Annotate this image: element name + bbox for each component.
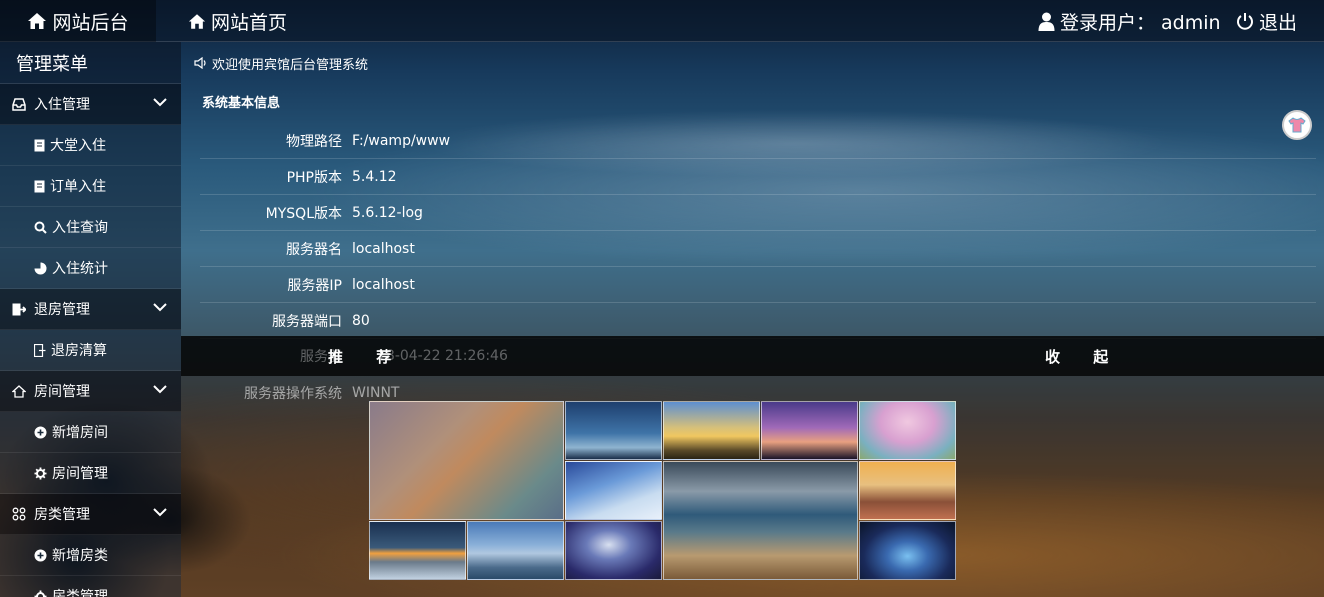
nav-admin-label: 网站后台 (52, 11, 129, 34)
current-user: 登录用户： admin (1038, 0, 1221, 42)
info-value: localhost (352, 276, 415, 293)
skin-thumbnail[interactable] (369, 401, 564, 520)
welcome-notice: 欢迎使用宾馆后台管理系统 (194, 54, 369, 73)
plus-circle-icon (34, 426, 47, 438)
skin-thumbnail[interactable] (859, 521, 956, 580)
logout-file-icon (34, 343, 46, 357)
sidebar-item-lobby-checkin[interactable]: 大堂入住 (0, 125, 181, 166)
file-icon (34, 180, 45, 192)
skin-thumbnail[interactable] (369, 521, 466, 580)
info-key: 服务器端口 (272, 313, 342, 330)
info-row: 服务器IP localhost (200, 267, 1316, 303)
skin-thumbnail[interactable] (761, 401, 858, 460)
exit-icon (12, 303, 26, 315)
menu-group-room-types[interactable]: 房类管理 (0, 494, 181, 535)
sidebar-title: 管理菜单 (0, 42, 181, 84)
sidebar-item-label: 入住统计 (52, 261, 108, 277)
skin-panel-bar: 服务器 18-04-22 21:26:46 推 荐 收 起 (181, 336, 1324, 376)
nav-admin-home[interactable]: 网站后台 (0, 0, 156, 42)
info-row: MYSQL版本 5.6.12-log (200, 195, 1316, 231)
sidebar-item-label: 新增房间 (52, 425, 108, 441)
sidebar-item-label: 订单入住 (50, 179, 106, 195)
menu-group-checkout[interactable]: 退房管理 (0, 289, 181, 330)
gear-icon (34, 590, 47, 597)
menu-group-label: 房类管理 (34, 507, 90, 523)
tab-recommend[interactable]: 推 荐 (328, 336, 405, 376)
system-info-table: 物理路径 F:/wamp/www PHP版本 5.4.12 MYSQL版本 5.6.1… (200, 123, 1316, 339)
sidebar-item-checkin-stats[interactable]: 入住统计 (0, 248, 181, 289)
logout-button[interactable]: 退出 (1236, 0, 1297, 42)
sidebar-item-room-manage[interactable]: 房间管理 (0, 453, 181, 494)
info-value: 5.6.12-log (352, 204, 423, 221)
skin-thumbnail[interactable] (565, 401, 662, 460)
power-icon (1237, 13, 1253, 30)
logout-label: 退出 (1259, 11, 1298, 34)
plus-circle-icon (34, 549, 47, 561)
sidebar-item-checkin-query[interactable]: 入住查询 (0, 207, 181, 248)
skin-thumbnail-grid (369, 401, 956, 580)
menu-group-rooms[interactable]: 房间管理 (0, 371, 181, 412)
sidebar-item-label: 入住查询 (52, 220, 108, 236)
pie-chart-icon (34, 262, 47, 274)
info-row: 物理路径 F:/wamp/www (200, 123, 1316, 159)
sidebar-item-label: 房间管理 (52, 466, 108, 482)
menu-group-label: 房间管理 (34, 384, 90, 400)
home-icon (188, 13, 206, 29)
nav-site-home[interactable]: 网站首页 (188, 0, 287, 42)
speaker-icon (194, 57, 206, 69)
info-key: 服务器IP (287, 277, 342, 294)
info-row: PHP版本 5.4.12 (200, 159, 1316, 195)
sidebar-item-add-room-type[interactable]: 新增房类 (0, 535, 181, 576)
skin-thumbnail[interactable] (859, 401, 956, 460)
sidebar-item-order-checkin[interactable]: 订单入住 (0, 166, 181, 207)
search-icon (34, 221, 47, 234)
chevron-down-icon (153, 508, 167, 517)
sidebar-item-room-type-manage[interactable]: 房类管理 (0, 576, 181, 597)
inbox-icon (12, 97, 26, 111)
skin-thumbnail[interactable] (467, 521, 564, 580)
chevron-down-icon (153, 385, 167, 394)
welcome-text: 欢迎使用宾馆后台管理系统 (212, 57, 369, 73)
info-key: PHP版本 (286, 169, 342, 186)
skin-thumbnail[interactable] (859, 461, 956, 520)
gear-icon (34, 467, 47, 479)
nav-site-home-label: 网站首页 (211, 11, 288, 34)
info-key: 物理路径 (286, 133, 342, 150)
info-value: WINNT (352, 385, 400, 401)
menu-group-checkin[interactable]: 入住管理 (0, 84, 181, 125)
sidebar-item-add-room[interactable]: 新增房间 (0, 412, 181, 453)
chevron-down-icon (153, 303, 167, 312)
chevron-down-icon (153, 98, 167, 107)
sidebar: 管理菜单 入住管理 大堂入住 订单入住 入住查询 入住统计 退房管理 退房清算 … (0, 42, 181, 597)
home-outline-icon (12, 384, 26, 398)
sidebar-item-label: 房类管理 (52, 589, 108, 597)
skin-thumbnail[interactable] (663, 401, 760, 460)
info-row: 服务器名 localhost (200, 231, 1316, 267)
skin-thumbnail[interactable] (565, 521, 662, 580)
command-icon (12, 507, 26, 521)
info-value: F:/wamp/www (352, 132, 451, 149)
menu-group-label: 入住管理 (34, 97, 90, 113)
user-icon (1038, 12, 1055, 31)
info-row: 服务器端口 80 (200, 303, 1316, 339)
info-key: MYSQL版本 (265, 205, 342, 222)
skin-thumbnail[interactable] (663, 461, 858, 580)
info-value: 80 (352, 312, 370, 329)
info-key: 服务器名 (286, 241, 342, 258)
skin-thumbnail[interactable] (565, 461, 662, 520)
sidebar-item-checkout-settle[interactable]: 退房清算 (0, 330, 181, 371)
home-icon (28, 13, 47, 29)
menu-group-label: 退房管理 (34, 302, 90, 318)
top-navbar: 网站后台 网站首页 登录用户： admin 退出 (0, 0, 1324, 42)
file-icon (34, 139, 45, 151)
sidebar-item-label: 退房清算 (51, 343, 107, 359)
sidebar-item-label: 新增房类 (52, 548, 108, 564)
info-value: localhost (352, 240, 415, 257)
sidebar-item-label: 大堂入住 (50, 138, 106, 154)
section-title: 系统基本信息 (202, 96, 281, 111)
current-user-label: 登录用户： admin (1060, 11, 1221, 34)
info-key: 服务器操作系统 (244, 386, 342, 402)
info-value: 5.4.12 (352, 168, 397, 185)
collapse-button[interactable]: 收 起 (1045, 336, 1122, 376)
